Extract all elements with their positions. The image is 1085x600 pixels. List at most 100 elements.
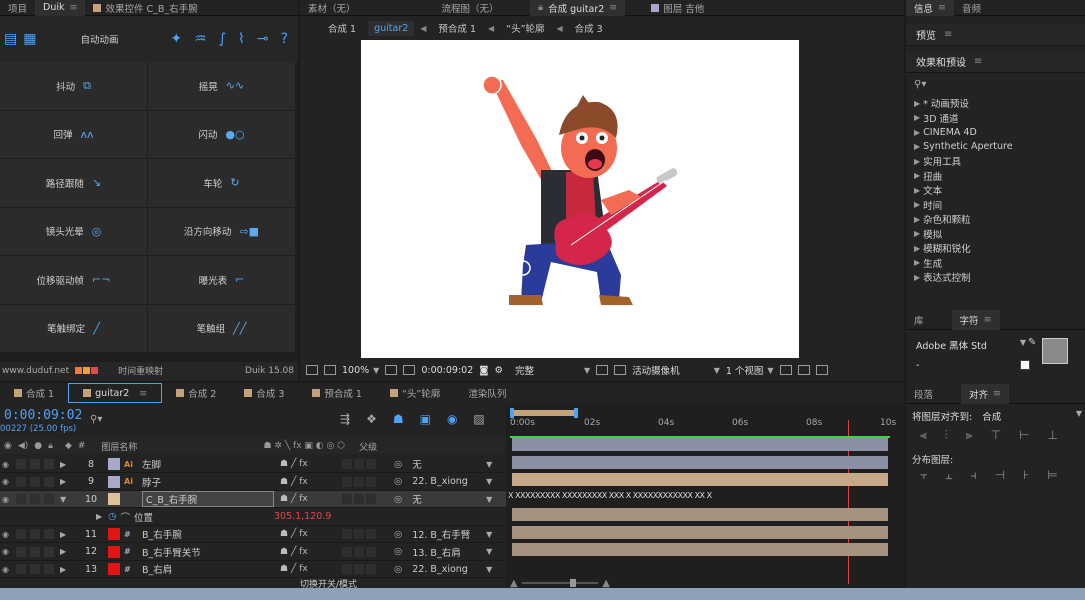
layer-mode-boxes[interactable] <box>342 546 394 557</box>
pickwhip-icon[interactable]: ◎ <box>394 476 402 487</box>
timeline-tab[interactable]: “头”轮廓 <box>376 383 454 403</box>
align-left-icon[interactable]: ⫷ <box>920 428 927 443</box>
layer-label-color[interactable] <box>108 493 120 505</box>
layer-duration-bar[interactable] <box>512 508 888 521</box>
layer-switches[interactable]: ☗ ╱ fx <box>280 547 342 557</box>
tab-paragraph[interactable]: 段落 <box>906 384 941 404</box>
lock-toggle[interactable] <box>44 529 54 539</box>
blink-button[interactable]: 闪动 ●○ <box>148 110 295 158</box>
fx-item[interactable]: ▶ 表达式控制 <box>914 270 1085 285</box>
frame-blending-icon[interactable]: ▣ <box>420 412 431 426</box>
layer-row[interactable]: ◉ ▶ 8 Ai 左脚 ☗ ╱ fx ◎ 无 ▼ <box>0 456 506 473</box>
layer-row[interactable]: ◉ ▶ 13 # B_右肩 ☗ ╱ fx ◎ 22. B_xiong ▼ <box>0 561 506 578</box>
property-row[interactable]: ▶ ◷ ⌒ 位置 305.1,120.9 <box>0 509 506 526</box>
region-of-interest-icon[interactable] <box>596 365 609 375</box>
tab-layer[interactable]: 图层 吉他 <box>643 0 712 16</box>
bounce-button[interactable]: 回弹 ᴧᴧ <box>0 110 147 158</box>
fx-item[interactable]: ▶ Synthetic Aperture <box>914 140 1085 155</box>
layer-duration-bar[interactable] <box>512 473 888 486</box>
lock-toggle[interactable] <box>44 476 54 487</box>
move-away-button[interactable]: 沿方向移动 ⇨■ <box>148 207 295 255</box>
pickwhip-icon[interactable]: ◎ <box>394 546 402 557</box>
layer-switches[interactable]: ☗ ╱ fx <box>280 477 342 487</box>
hand-icon[interactable]: ♒ <box>194 31 207 47</box>
fx-item[interactable]: ▶ CINEMA 4D <box>914 125 1085 140</box>
expand-triangle-icon[interactable]: ▶ <box>60 460 70 469</box>
layer-name[interactable]: B_右肩 <box>142 562 274 576</box>
layer-switches[interactable]: ☗ ╱ fx <box>280 529 342 539</box>
layer-row[interactable]: ◉ ▶ 11 # B_右手腕 ☗ ╱ fx ◎ 12. B_右手臂 ▼ <box>0 526 506 543</box>
pickwhip-icon[interactable]: ◎ <box>394 564 402 575</box>
solo-toggle[interactable] <box>30 564 40 574</box>
solo-toggle[interactable] <box>30 529 40 539</box>
eye-icon[interactable]: ◉ <box>2 565 12 574</box>
tab-flowchart[interactable]: 流程图（无） <box>410 0 530 16</box>
expand-triangle-icon[interactable]: ▶ <box>60 477 70 486</box>
eye-icon[interactable]: ◉ <box>2 547 12 556</box>
timeline-tab[interactable]: guitar2 ≡ <box>68 383 163 403</box>
eye-icon[interactable]: ◉ <box>2 530 12 539</box>
expand-triangle-icon[interactable]: ▶ <box>60 565 70 574</box>
menu-icon[interactable]: ≡ <box>609 2 617 13</box>
audio-toggle[interactable] <box>16 546 26 557</box>
lock-toggle[interactable] <box>44 546 54 557</box>
eye-icon[interactable]: ◉ <box>2 460 12 469</box>
character-icon[interactable]: ✦ <box>170 31 182 47</box>
property-value[interactable]: 305.1,120.9 <box>274 511 331 522</box>
align-vcenter-icon[interactable]: ⊢ <box>1019 428 1029 443</box>
zoom-thumb[interactable] <box>569 579 576 587</box>
parent-dropdown[interactable]: 无 ▼ <box>412 492 492 507</box>
timeline-tab[interactable]: 预合成 1 <box>298 383 376 403</box>
fx-item[interactable]: ▶ 实用工具 <box>914 154 1085 169</box>
timeline-tab[interactable]: 合成 3 <box>230 383 298 403</box>
timeline-tab[interactable]: 合成 1 <box>0 383 68 403</box>
search-icon[interactable]: ⚲▾ <box>90 414 102 425</box>
work-area-start-handle[interactable] <box>510 408 514 418</box>
layer-label-color[interactable] <box>108 528 120 540</box>
wheel-button[interactable]: 车轮 ↻ <box>148 159 295 207</box>
pickwhip-icon[interactable]: ◎ <box>394 494 402 505</box>
mask-visibility-icon[interactable] <box>403 365 416 375</box>
layer-switches[interactable]: ☗ ╱ fx <box>280 564 342 574</box>
font-style-dropdown[interactable]: -▼ <box>916 360 1026 371</box>
expand-triangle-icon[interactable]: ▼ <box>60 495 70 504</box>
layer-mode-boxes[interactable] <box>342 564 394 574</box>
tab-info[interactable]: 信息 ≡ <box>906 0 954 16</box>
crumb-guitar2[interactable]: guitar2 <box>368 20 415 36</box>
calculator-icon[interactable]: ▦ <box>23 31 36 47</box>
work-area-bar[interactable] <box>506 408 904 418</box>
fast-preview-icon[interactable] <box>779 365 792 375</box>
solo-toggle[interactable] <box>30 494 40 504</box>
wiggle-button[interactable]: 抖动 ⧉ <box>0 62 147 110</box>
eye-icon[interactable]: ◉ <box>2 495 12 504</box>
parent-dropdown[interactable]: 12. B_右手臂 ▼ <box>412 527 492 542</box>
stopwatch-icon[interactable]: ◷ <box>108 511 116 522</box>
expand-triangle-icon[interactable]: ▶ <box>60 530 70 539</box>
fx-item[interactable]: ▶ 扭曲 <box>914 169 1085 184</box>
duik-url[interactable]: www.duduf.net <box>2 366 69 376</box>
layer-row[interactable]: ◉ ▶ 9 Ai 脖子 ☗ ╱ fx ◎ 22. B_xiong ▼ <box>0 474 506 491</box>
timeline-timecode[interactable]: 0:00:09:02 <box>4 408 82 423</box>
tab-footage[interactable]: 素材（无） <box>300 0 410 16</box>
tab-project[interactable]: 项目 <box>0 0 35 16</box>
distribute-bottom-icon[interactable]: ⫞ <box>971 468 977 483</box>
layer-name[interactable]: 左脚 <box>142 457 274 471</box>
crumb-comp3[interactable]: 合成 3 <box>569 19 609 37</box>
distribute-top-icon[interactable]: ⫟ <box>920 468 927 483</box>
lock-toggle[interactable] <box>44 494 54 504</box>
layer-switches[interactable]: ☗ ╱ fx <box>280 494 342 504</box>
graph-icon[interactable]: ⌒ <box>120 510 130 524</box>
audio-toggle[interactable] <box>16 494 26 504</box>
comp-viewer[interactable] <box>300 40 904 358</box>
crumb-head-outline[interactable]: “头”轮廓 <box>500 19 550 37</box>
views-dropdown[interactable]: 1 个视图 ▼ <box>726 363 774 378</box>
composition-mini-flowchart-icon[interactable]: ⇶ <box>340 412 350 426</box>
effects-header[interactable]: 效果和预设 ≡ <box>906 51 1085 73</box>
always-preview-icon[interactable] <box>306 365 318 375</box>
shy-layers-icon[interactable]: ☗ <box>393 412 404 426</box>
list-icon[interactable]: ▤ <box>4 31 17 47</box>
current-time[interactable]: 0:00:09:02 <box>421 365 473 376</box>
layer-duration-bar[interactable] <box>512 543 888 556</box>
layer-name[interactable]: C_B_右手腕 <box>142 491 274 507</box>
audio-toggle[interactable] <box>16 564 26 574</box>
